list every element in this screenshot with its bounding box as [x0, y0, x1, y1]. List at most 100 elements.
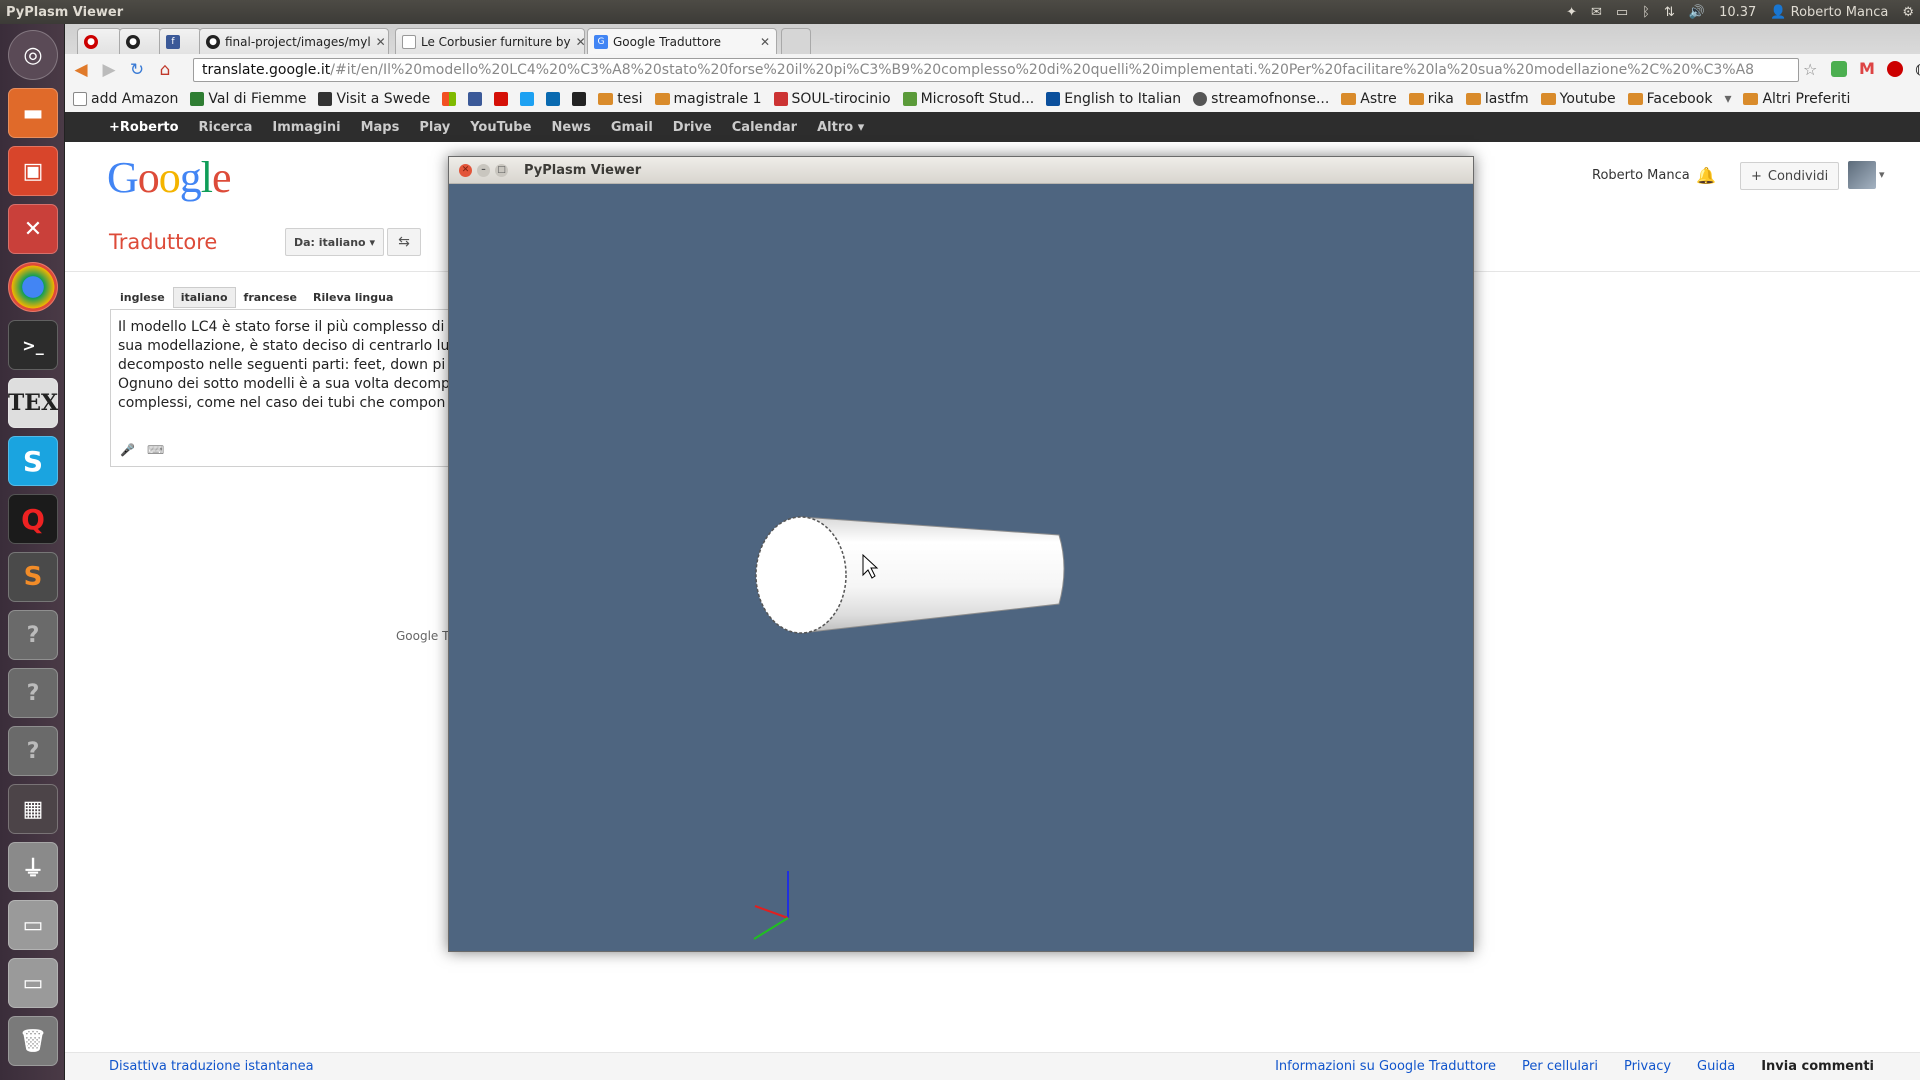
disk-drive-icon[interactable]: ▭ [8, 958, 58, 1008]
battery-icon[interactable]: ▭ [1616, 5, 1628, 20]
tab-pinned[interactable]: f [159, 28, 201, 54]
gbar-item-images[interactable]: Immagini [272, 120, 340, 135]
bookmark-folder[interactable]: Astre [1341, 91, 1397, 107]
chevron-down-icon[interactable]: ▾ [1724, 91, 1731, 107]
gbar-item-youtube[interactable]: YouTube [470, 120, 531, 135]
viewer-titlebar[interactable]: ✕ – □ PyPlasm Viewer [449, 157, 1473, 184]
bookmark[interactable]: Val di Fiemme [190, 91, 306, 107]
bookmark-folder[interactable]: tesi [598, 91, 643, 107]
mail-icon[interactable]: ✉ [1591, 5, 1602, 20]
software-center-icon[interactable]: ▣ [8, 146, 58, 196]
unknown-app-icon[interactable]: ? [8, 668, 58, 718]
footer-link-feedback[interactable]: Invia commenti [1761, 1059, 1874, 1074]
bookmark-folder[interactable]: Youtube [1540, 91, 1616, 107]
settings-icon[interactable]: ✕ [8, 204, 58, 254]
tab-github[interactable]: ● final-project/images/myl ✕ [199, 28, 389, 54]
bookmark-folder[interactable]: lastfm [1465, 91, 1529, 107]
gbar-item-more[interactable]: Altro ▾ [817, 120, 864, 135]
lastfm-icon[interactable] [494, 92, 509, 106]
workspace-switcher-icon[interactable]: ▦ [8, 784, 58, 834]
tex-icon[interactable]: TEX [8, 378, 58, 428]
gbar-item-gmail[interactable]: Gmail [611, 120, 653, 135]
dropbox-icon[interactable]: ✦ [1566, 5, 1577, 20]
bookmark-folder[interactable]: Facebook [1627, 91, 1712, 107]
gbar-item-search[interactable]: Ricerca [199, 120, 253, 135]
gbar-item-play[interactable]: Play [419, 120, 450, 135]
windows-icon[interactable] [442, 92, 457, 106]
footer-link-mobile[interactable]: Per cellulari [1522, 1059, 1598, 1074]
globe-icon[interactable]: ◍ [1915, 59, 1920, 78]
extension-icon[interactable] [1887, 61, 1903, 77]
pyplasm-viewer-window[interactable]: ✕ – □ PyPlasm Viewer [448, 156, 1474, 952]
clock[interactable]: 10.37 [1719, 5, 1756, 20]
other-bookmarks[interactable]: Altri Preferiti [1743, 91, 1850, 107]
skype-icon[interactable]: S [8, 436, 58, 486]
tab-pinned[interactable]: ● [77, 28, 121, 54]
close-icon[interactable]: ✕ [459, 164, 472, 177]
maximize-icon[interactable]: □ [495, 164, 508, 177]
bookmark-folder[interactable]: rika [1408, 91, 1454, 107]
user-menu[interactable]: 👤 Roberto Manca [1770, 5, 1888, 20]
address-bar[interactable]: translate.google.it/#it/en/Il%20modello%… [193, 58, 1799, 82]
bookmark[interactable]: streamofnonse... [1193, 91, 1329, 107]
site-icon[interactable] [546, 92, 561, 106]
bookmark[interactable]: English to Italian [1046, 91, 1181, 107]
unknown-app-icon[interactable]: ? [8, 610, 58, 660]
new-tab-button[interactable] [781, 28, 811, 54]
gbar-item-calendar[interactable]: Calendar [732, 120, 797, 135]
chevron-down-icon[interactable]: ▾ [1879, 168, 1885, 181]
trash-icon[interactable]: 🗑 [8, 1016, 58, 1066]
home-icon[interactable]: ⌂ [153, 60, 177, 80]
terminal-icon[interactable]: >_ [8, 320, 58, 370]
tab-google-traduttore[interactable]: G Google Traduttore ✕ [587, 28, 777, 54]
gbar-item-profile[interactable]: +Roberto [109, 120, 179, 135]
gear-icon[interactable]: ⚙ [1902, 5, 1914, 20]
bell-icon[interactable]: 🔔 [1696, 166, 1716, 185]
share-button[interactable]: + Condividi [1740, 162, 1840, 190]
usb-drive-icon[interactable]: ⏚ [8, 842, 58, 892]
gbar-item-news[interactable]: News [551, 120, 590, 135]
minimize-icon[interactable]: – [477, 164, 490, 177]
star-icon[interactable]: ☆ [1803, 60, 1817, 79]
bookmark[interactable]: Microsoft Stud... [902, 91, 1034, 107]
tab-pinned[interactable]: ● [119, 28, 161, 54]
rss-icon[interactable] [572, 92, 587, 106]
search-tool-icon[interactable]: Q [8, 494, 58, 544]
gbar-item-drive[interactable]: Drive [673, 120, 712, 135]
gbar-item-maps[interactable]: Maps [361, 120, 400, 135]
disk-drive-icon[interactable]: ▭ [8, 900, 58, 950]
google-logo[interactable]: Google [107, 152, 232, 203]
microphone-icon[interactable]: 🎤 [120, 443, 135, 457]
footer-link-about[interactable]: Informazioni su Google Traduttore [1275, 1059, 1496, 1074]
tab-francese[interactable]: francese [236, 287, 305, 308]
extension-icon[interactable] [1831, 61, 1847, 77]
reload-icon[interactable]: ↻ [125, 60, 149, 80]
user-name[interactable]: Roberto Manca [1592, 168, 1690, 183]
swap-languages-button[interactable]: ⇆ [387, 228, 421, 256]
tab-rileva-lingua[interactable]: Rileva lingua [305, 287, 401, 308]
gmail-icon[interactable]: M [1859, 59, 1875, 78]
unknown-app-icon[interactable]: ? [8, 726, 58, 776]
back-icon[interactable]: ◀ [69, 60, 93, 80]
files-icon[interactable]: ▬ [8, 88, 58, 138]
tab-italiano[interactable]: italiano [172, 287, 236, 308]
close-icon[interactable]: ✕ [576, 35, 584, 49]
tab-inglese[interactable]: inglese [112, 287, 173, 308]
bookmark-folder[interactable]: magistrale 1 [654, 91, 762, 107]
close-icon[interactable]: ✕ [376, 35, 386, 49]
tab-le-corbusier[interactable]: Le Corbusier furniture by ✕ [395, 28, 585, 54]
sublime-icon[interactable]: S [8, 552, 58, 602]
network-icon[interactable]: ⇅ [1664, 5, 1675, 20]
bookmark[interactable]: SOUL-tirocinio [773, 91, 891, 107]
facebook-icon[interactable] [468, 92, 483, 106]
dash-icon[interactable]: ◎ [8, 30, 58, 80]
footer-link-help[interactable]: Guida [1697, 1059, 1735, 1074]
chrome-icon[interactable] [8, 262, 58, 312]
bluetooth-icon[interactable]: ᛒ [1642, 5, 1650, 20]
volume-icon[interactable]: 🔊 [1689, 5, 1705, 20]
disable-instant-translation-link[interactable]: Disattiva traduzione istantanea [109, 1059, 314, 1074]
source-language-dropdown[interactable]: Da: italiano ▾ [285, 228, 384, 256]
forward-icon[interactable]: ▶ [97, 60, 121, 80]
close-icon[interactable]: ✕ [760, 35, 770, 49]
footer-link-privacy[interactable]: Privacy [1624, 1059, 1671, 1074]
